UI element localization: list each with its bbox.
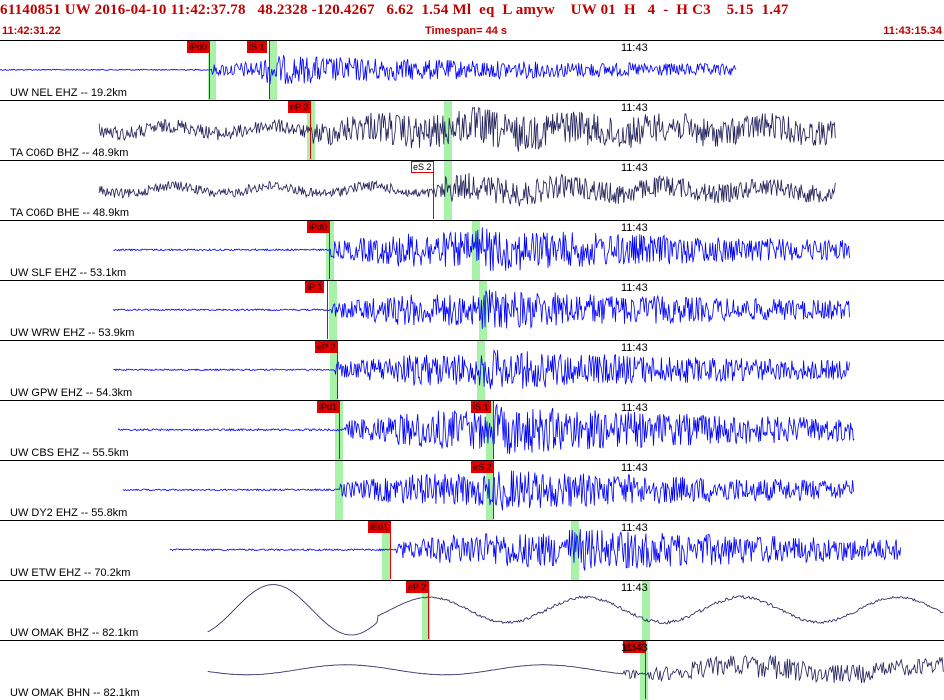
waveform-trace — [169, 528, 902, 571]
channel-label: TA C06D BHZ -- 48.9km — [10, 147, 129, 159]
waveform-trace — [207, 584, 944, 636]
time-tick-label: 11:43 — [621, 162, 648, 174]
time-tick-label: 11:43 — [621, 102, 648, 114]
phase-pick-marker[interactable] — [310, 101, 311, 159]
phase-pick-label[interactable]: iPd0 — [187, 41, 210, 53]
channel-label: UW CBS EHZ -- 55.5km — [10, 447, 129, 459]
waveform-panels[interactable]: iPd0 iS 1 11:43 UW NEL EHZ -- 19.2km eP 2 11:… — [0, 40, 944, 700]
trace-panel[interactable]: iPd0 iS 1 11:43 UW NEL EHZ -- 19.2km — [0, 40, 944, 100]
waveform-trace — [0, 55, 737, 85]
time-tick-label: 11:43 — [621, 42, 648, 54]
trace-panel[interactable]: eP 2 11:43 UW OMAK BHZ -- 82.1km — [0, 580, 944, 640]
trace-panel[interactable]: eS 2 11:43 UW OMAK BHN -- 82.1km — [0, 640, 944, 700]
phase-pick-marker[interactable] — [209, 41, 210, 99]
trace-panel[interactable]: iP 1 11:43 UW WRW EHZ -- 53.9km — [0, 280, 944, 340]
phase-pick-marker[interactable] — [428, 581, 429, 639]
time-tick-label: 11:43 — [621, 402, 648, 414]
phase-pick-label[interactable]: eP 2 — [406, 581, 429, 593]
trace-panel[interactable]: eS 2 11:43 TA C06D BHE -- 48.9km — [0, 160, 944, 220]
start-time: 11:42:31.22 — [2, 25, 61, 37]
waveform-trace — [207, 654, 944, 684]
channel-label: TA C06D BHE -- 48.9km — [10, 207, 129, 219]
channel-label: UW GPW EHZ -- 54.3km — [10, 387, 133, 399]
event-title: 61140851 UW 2016-04-10 11:42:37.78 48.23… — [0, 2, 789, 18]
header-bar: 61140851 UW 2016-04-10 11:42:37.78 48.23… — [0, 0, 944, 40]
phase-pick-marker[interactable] — [493, 461, 494, 519]
waveform-trace — [98, 106, 836, 152]
time-tick-label: 11:43 — [621, 642, 648, 654]
phase-pick-label[interactable]: iP 1 — [305, 281, 325, 293]
phase-pick-label[interactable]: iEd1 — [368, 521, 391, 533]
time-tick-label: 11:43 — [621, 522, 648, 534]
channel-label: UW DY2 EHZ -- 55.8km — [10, 507, 128, 519]
channel-label: UW OMAK BHN -- 82.1km — [10, 687, 140, 699]
phase-pick-marker[interactable] — [269, 41, 270, 99]
phase-pick-marker[interactable] — [337, 341, 338, 399]
phase-pick-marker[interactable] — [327, 281, 328, 339]
trace-panel[interactable]: iPd0 11:43 UW SLF EHZ -- 53.1km — [0, 220, 944, 280]
time-tick-label: 11:43 — [621, 462, 648, 474]
phase-pick-label[interactable]: iS 1 — [247, 41, 267, 53]
channel-label: UW WRW EHZ -- 53.9km — [10, 327, 135, 339]
time-tick-label: 11:43 — [621, 582, 648, 594]
time-tick-label: 11:43 — [621, 342, 648, 354]
channel-label: UW OMAK BHZ -- 82.1km — [10, 627, 139, 639]
waveform-trace — [113, 348, 850, 389]
phase-pick-marker[interactable] — [339, 401, 340, 459]
phase-pick-label[interactable]: eP 2 — [288, 101, 311, 113]
waveform-trace — [98, 172, 836, 207]
end-time: 11:43:15.34 — [883, 25, 942, 37]
phase-pick-marker[interactable] — [390, 521, 391, 579]
channel-label: UW NEL EHZ -- 19.2km — [10, 87, 127, 99]
phase-pick-label[interactable]: iPd0 — [307, 221, 330, 233]
phase-pick-marker[interactable] — [493, 401, 494, 459]
phase-pick-label[interactable]: iS 1 — [471, 401, 491, 413]
trace-panel[interactable]: eP 2 11:43 TA C06D BHZ -- 48.9km — [0, 100, 944, 160]
phase-pick-marker[interactable] — [433, 161, 434, 219]
phase-pick-label[interactable]: eP 2 — [315, 341, 338, 353]
phase-pick-label[interactable]: iPd1 — [317, 401, 340, 413]
time-tick-label: 11:43 — [621, 222, 648, 234]
timespan: Timespan= 44 s — [425, 25, 508, 37]
trace-panel[interactable]: iPd1 iS 1 11:43 UW CBS EHZ -- 55.5km — [0, 400, 944, 460]
phase-pick-label[interactable]: eS 2 — [411, 161, 434, 173]
waveform-trace — [112, 289, 850, 329]
trace-panel[interactable]: eP 2 11:43 UW GPW EHZ -- 54.3km — [0, 340, 944, 400]
phase-pick-label[interactable]: eS 2 — [471, 461, 494, 473]
phase-pick-marker[interactable] — [329, 221, 330, 279]
trace-panel[interactable]: eS 2 11:43 UW DY2 EHZ -- 55.8km — [0, 460, 944, 520]
channel-label: UW ETW EHZ -- 70.2km — [10, 567, 131, 579]
trace-panel[interactable]: iEd1 11:43 UW ETW EHZ -- 70.2km — [0, 520, 944, 580]
waveform-trace — [113, 227, 850, 271]
channel-label: UW SLF EHZ -- 53.1km — [10, 267, 127, 279]
time-tick-label: 11:43 — [621, 282, 648, 294]
